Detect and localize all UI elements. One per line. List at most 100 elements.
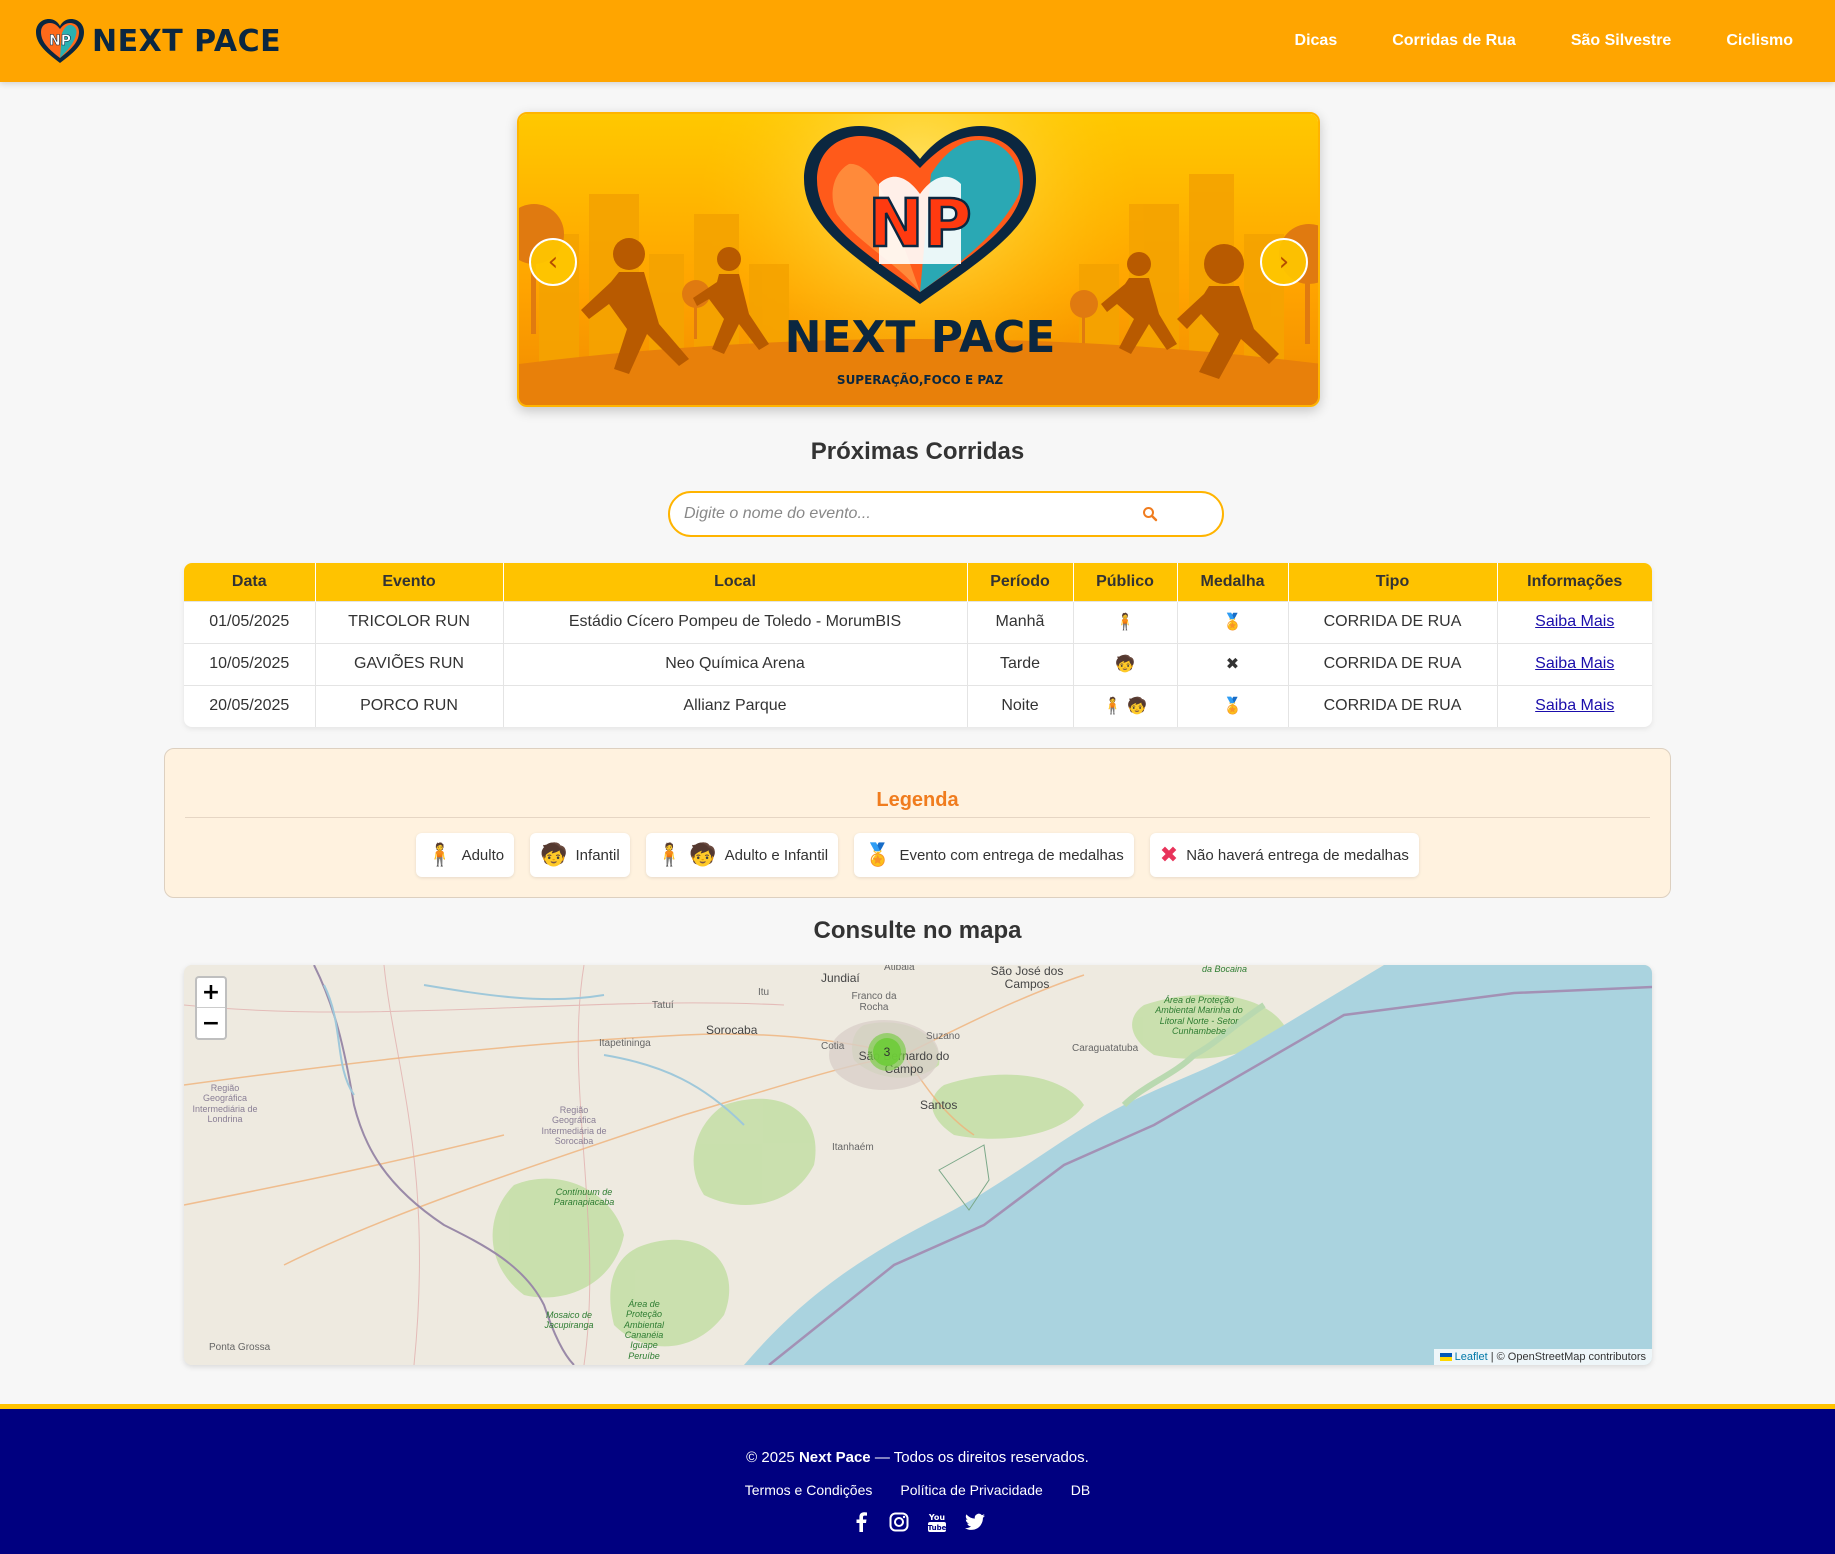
leaflet-link[interactable]: Leaflet: [1455, 1351, 1488, 1363]
map-title: Consulte no mapa: [813, 917, 1022, 944]
saiba-mais-link[interactable]: Saiba Mais: [1535, 613, 1614, 630]
table-row: 20/05/2025 PORCO RUN Allianz Parque Noit…: [184, 684, 1652, 727]
races-title: Próximas Corridas: [810, 438, 1025, 465]
table-row: 10/05/2025 GAVIÕES RUN Neo Química Arena…: [184, 642, 1652, 685]
heart-logo-icon: NP: [36, 19, 84, 63]
legend-item-medalha: 🏅 Evento com entrega de medalhas: [854, 833, 1134, 877]
main-nav: Dicas Corridas de Rua São Silvestre Cicl…: [1295, 32, 1793, 50]
no-medal-icon: ✖: [1159, 842, 1179, 867]
map-label-jacupiranga: Mosaico de Jacupiranga: [544, 1310, 594, 1331]
map-label-londrina: Região Geográfica Intermediária de Londr…: [192, 1083, 258, 1125]
banner-image: NP NEXT PACE SUPERAÇÃO,FOCO E PAZ: [519, 114, 1318, 405]
copyright: © 2025 Next Pace — Todos os direitos res…: [0, 1449, 1835, 1466]
map-label-sorocaba: Sorocaba: [706, 1023, 758, 1037]
footer-link-termos[interactable]: Termos e Condições: [745, 1482, 873, 1498]
col-periodo: Período: [967, 563, 1074, 601]
search-icon[interactable]: [1142, 506, 1158, 522]
races-table: Data Evento Local Período Público Medalh…: [184, 563, 1652, 727]
cell-evento: PORCO RUN: [315, 684, 504, 727]
carousel-prev-button[interactable]: ‹: [529, 238, 577, 286]
legend-item-sem-medalha: ✖ Não haverá entrega de medalhas: [1149, 833, 1419, 877]
cell-info: Saiba Mais: [1497, 600, 1652, 643]
footer-link-privacidade[interactable]: Política de Privacidade: [900, 1482, 1042, 1498]
map-tiles: [184, 965, 1652, 1365]
cell-tipo: CORRIDA DE RUA: [1288, 684, 1498, 727]
legend-divider: [185, 817, 1650, 818]
legend-label: Não haverá entrega de medalhas: [1186, 846, 1409, 864]
instagram-icon[interactable]: [889, 1511, 909, 1533]
footer-link-db[interactable]: DB: [1071, 1482, 1090, 1498]
facebook-icon[interactable]: [851, 1511, 871, 1533]
legend-item-adulto: 🧍 Adulto: [416, 833, 515, 877]
adult-icon: 🧍: [426, 842, 454, 867]
youtube-icon[interactable]: You Tube: [927, 1511, 947, 1533]
race-map[interactable]: Jundiaí São José dos Campos Atibaia Itu …: [184, 965, 1652, 1365]
col-publico: Público: [1073, 563, 1178, 601]
banner-initials: NP: [868, 185, 972, 262]
map-label-atibaia: Atibaia: [884, 965, 915, 973]
ukraine-flag-icon: [1439, 1353, 1452, 1362]
saiba-mais-link[interactable]: Saiba Mais: [1535, 655, 1614, 672]
map-attribution: Leaflet | © OpenStreetMap contributors: [1433, 1349, 1652, 1365]
banner-carousel: NP NEXT PACE SUPERAÇÃO,FOCO E PAZ ‹ ›: [517, 112, 1320, 407]
map-label-paranapiacaba: Contínuum de Paranapiacaba: [553, 1187, 615, 1208]
search-box: [668, 491, 1224, 537]
medal-icon: 🏅: [1177, 684, 1289, 727]
svg-text:NP: NP: [49, 33, 71, 49]
cell-info: Saiba Mais: [1497, 684, 1652, 727]
legend-panel: Legenda 🧍 Adulto 🧒 Infantil 🧍 🧒 Adulto e…: [164, 748, 1671, 898]
map-label-bocaina: da Bocaina: [1202, 965, 1248, 974]
legend-item-infantil: 🧒 Infantil: [530, 833, 630, 877]
col-informacoes: Informações: [1497, 563, 1652, 601]
table-header-row: Data Evento Local Período Público Medalh…: [184, 563, 1652, 601]
social-links: You Tube: [0, 1511, 1835, 1533]
cell-local: Neo Química Arena: [503, 642, 968, 685]
no-medal-icon: ✖: [1177, 642, 1289, 685]
banner-title: NEXT PACE: [785, 312, 1056, 363]
cell-evento: TRICOLOR RUN: [315, 600, 504, 643]
legend-items: 🧍 Adulto 🧒 Infantil 🧍 🧒 Adulto e Infanti…: [165, 833, 1670, 877]
legend-label: Adulto e Infantil: [724, 846, 829, 864]
col-data: Data: [184, 563, 316, 601]
map-label-regsorocaba: Região Geográfica Intermediária de Soroc…: [541, 1105, 607, 1147]
search-input[interactable]: [684, 505, 1142, 523]
cluster-count: 3: [873, 1038, 901, 1066]
footer-links: Termos e Condições Política de Privacida…: [0, 1482, 1835, 1498]
legend-label: Adulto: [461, 846, 505, 864]
svg-text:You: You: [927, 1513, 945, 1522]
map-label-iguape: Área de Proteção Ambiental Cananéia Igua…: [623, 1299, 665, 1361]
copyright-prefix: © 2025: [746, 1449, 795, 1466]
site-header: NP NEXT PACE Dicas Corridas de Rua São S…: [0, 0, 1835, 82]
col-evento: Evento: [315, 563, 504, 601]
map-label-tatui: Tatuí: [652, 1000, 674, 1011]
nav-dicas[interactable]: Dicas: [1295, 32, 1338, 50]
child-icon: 🧒: [540, 842, 568, 867]
col-local: Local: [503, 563, 968, 601]
carousel-next-button[interactable]: ›: [1260, 238, 1308, 286]
map-label-caraguatatuba: Caraguatatuba: [1072, 1043, 1139, 1054]
brand[interactable]: NP NEXT PACE: [34, 17, 281, 65]
cell-periodo: Tarde: [967, 642, 1074, 685]
legend-label: Infantil: [575, 846, 620, 864]
nav-ciclismo[interactable]: Ciclismo: [1726, 32, 1793, 50]
map-label-itanhaem: Itanhaém: [832, 1142, 874, 1153]
osm-attribution: | © OpenStreetMap contributors: [1490, 1351, 1646, 1363]
zoom-out-button[interactable]: −: [197, 1008, 225, 1038]
cell-data: 10/05/2025: [184, 642, 316, 685]
zoom-in-button[interactable]: +: [197, 978, 225, 1008]
copyright-suffix: — Todos os direitos reservados.: [874, 1449, 1089, 1466]
cell-local: Allianz Parque: [503, 684, 968, 727]
nav-sao-silvestre[interactable]: São Silvestre: [1571, 32, 1672, 50]
saiba-mais-link[interactable]: Saiba Mais: [1535, 697, 1614, 714]
map-cluster-marker[interactable]: 3: [868, 1033, 906, 1071]
cell-evento: GAVIÕES RUN: [315, 642, 504, 685]
cell-local: Estádio Cícero Pompeu de Toledo - MorumB…: [503, 600, 968, 643]
map-label-sjcampos: São José dos Campos: [990, 965, 1064, 991]
cell-periodo: Noite: [967, 684, 1074, 727]
cell-data: 20/05/2025: [184, 684, 316, 727]
cell-tipo: CORRIDA DE RUA: [1288, 642, 1498, 685]
twitter-icon[interactable]: [964, 1511, 985, 1533]
map-label-jundiai: Jundiaí: [821, 971, 860, 985]
nav-corridas-de-rua[interactable]: Corridas de Rua: [1392, 32, 1516, 50]
map-label-pontagrossa: Ponta Grossa: [209, 1342, 271, 1353]
